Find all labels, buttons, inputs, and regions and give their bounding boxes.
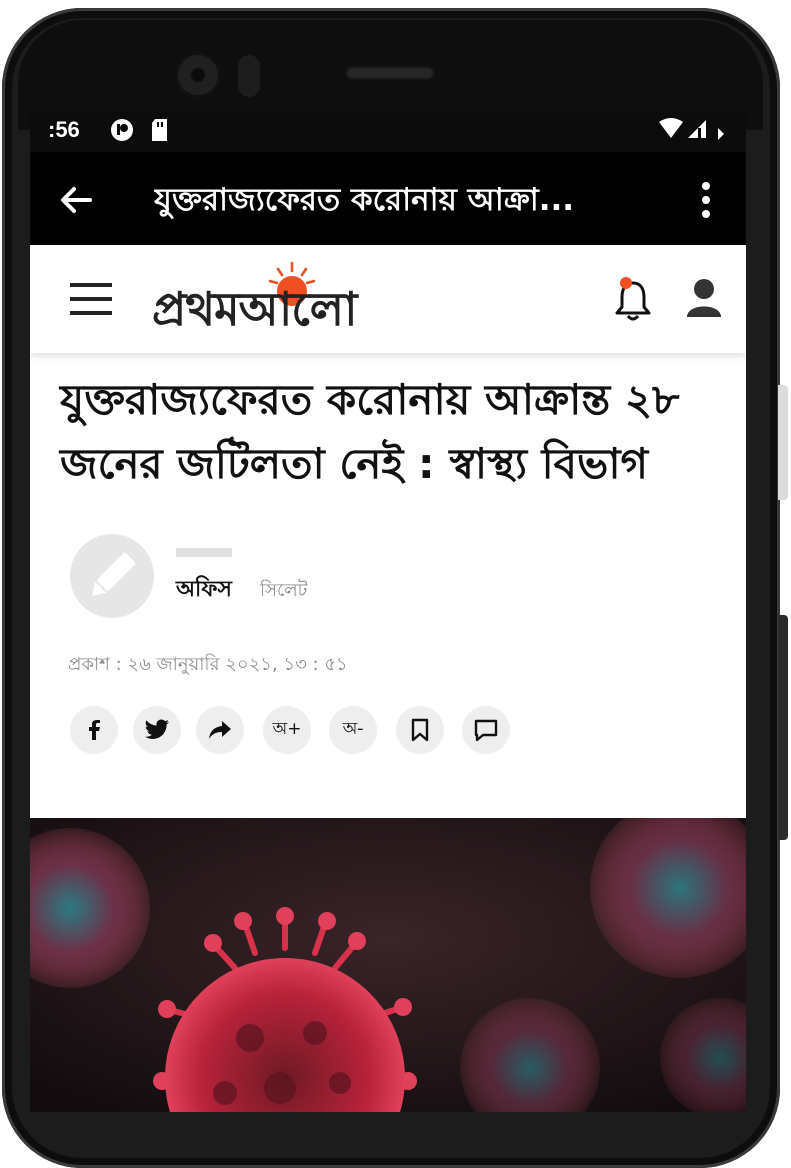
phone-frame: :56 যুক্তরাজ্যফেরত করোনায় আক্রা... প্রথ… <box>0 0 791 1168</box>
twitter-share-button[interactable] <box>133 706 181 754</box>
facebook-share-button[interactable] <box>70 706 118 754</box>
comment-button[interactable] <box>462 706 510 754</box>
toolbar-title: যুক্তরাজ্যফেরত করোনায় আক্রা... <box>154 182 575 218</box>
battery-icon <box>716 118 726 144</box>
status-bar: :56 <box>30 112 746 152</box>
article-headline: যুক্তরাজ্যফেরত করোনায় আক্রান্ত ২৮ জনের … <box>60 368 720 496</box>
bell-icon <box>615 277 651 321</box>
author-avatar <box>70 534 154 618</box>
site-header: প্রথমআলো <box>30 245 746 353</box>
sd-card-icon <box>150 118 170 146</box>
notification-dot <box>620 277 632 289</box>
author-location: সিলেট <box>260 580 308 601</box>
coronavirus-illustration <box>30 818 746 1112</box>
author-name[interactable]: অফিস <box>176 572 232 609</box>
twitter-icon <box>145 719 169 739</box>
wifi-icon <box>658 118 684 144</box>
arrow-left-icon <box>61 187 92 213</box>
share-button[interactable] <box>196 706 244 754</box>
earpiece-speaker <box>345 66 435 80</box>
profile-button[interactable] <box>682 275 726 323</box>
author-divider <box>176 548 232 557</box>
notifications-button[interactable] <box>612 275 654 323</box>
screen: :56 যুক্তরাজ্যফেরত করোনায় আক্রা... প্রথ… <box>30 112 746 1112</box>
messenger-icon <box>110 118 134 146</box>
power-button <box>778 385 788 500</box>
logo-text: প্রথমআলো <box>152 282 357 336</box>
status-time: :56 <box>48 117 80 142</box>
facebook-icon <box>89 720 100 740</box>
volume-button <box>778 615 788 840</box>
headline-line-2: জনের জটিলতা নেই : স্বাস্থ্য বিভাগ <box>60 439 649 488</box>
user-icon <box>687 279 721 317</box>
share-arrow-icon <box>209 721 231 739</box>
comment-icon <box>474 719 498 742</box>
article-hero-image <box>30 818 746 1112</box>
site-logo[interactable]: প্রথমআলো <box>152 259 432 339</box>
back-button[interactable] <box>56 180 96 220</box>
app-toolbar: যুক্তরাজ্যফেরত করোনায় আক্রা... <box>30 152 746 245</box>
hamburger-icon <box>70 283 112 315</box>
published-time: প্রকাশ : ২৬ জানুয়ারি ২০২১, ১৩ : ৫১ <box>68 654 348 675</box>
more-vertical-icon <box>702 182 710 218</box>
front-camera <box>178 55 218 95</box>
bookmark-icon <box>411 718 429 742</box>
pencil-icon <box>92 552 136 596</box>
headline-line-1: যুক্তরাজ্যফেরত করোনায় আক্রান্ত ২৮ <box>60 375 680 424</box>
font-increase-button[interactable]: অ+ <box>263 706 311 754</box>
bookmark-button[interactable] <box>396 706 444 754</box>
font-decrease-button[interactable]: অ- <box>329 706 377 754</box>
proximity-sensor <box>238 55 260 97</box>
hamburger-menu-button[interactable] <box>70 281 114 317</box>
overflow-menu-button[interactable] <box>694 178 718 222</box>
signal-icon <box>686 118 708 144</box>
